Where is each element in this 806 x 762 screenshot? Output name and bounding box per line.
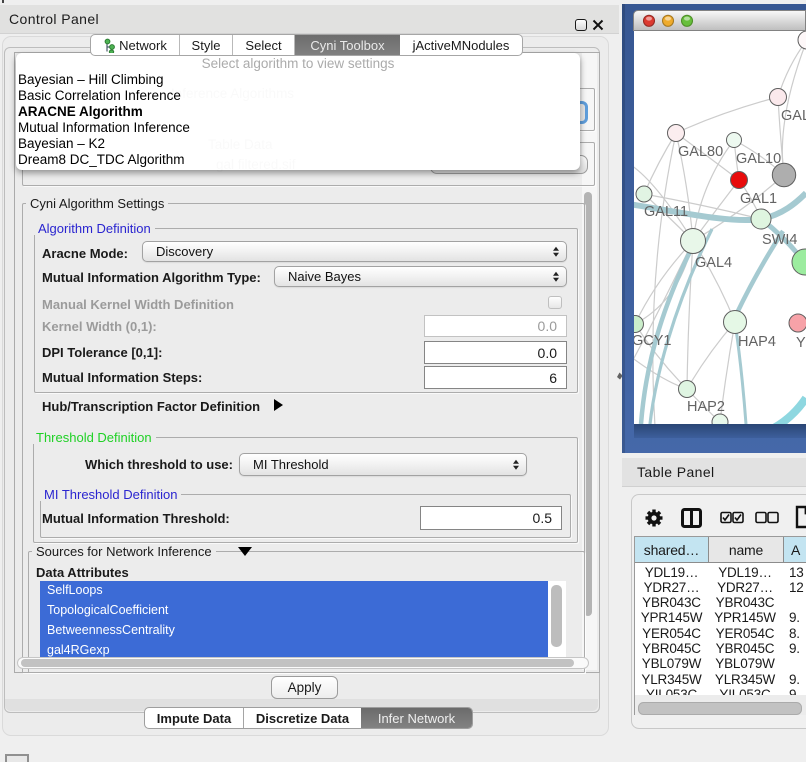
- svg-text:SWI4: SWI4: [762, 232, 797, 248]
- svg-text:HAP4: HAP4: [738, 334, 776, 350]
- svg-text:GAL: GAL: [781, 108, 806, 124]
- svg-text:GCY1: GCY1: [634, 333, 672, 349]
- svg-text:Y: Y: [796, 335, 806, 351]
- svg-text:GAL80: GAL80: [678, 144, 723, 160]
- svg-text:GAL10: GAL10: [736, 151, 781, 167]
- svg-text:GAL11: GAL11: [644, 204, 688, 220]
- svg-text:GAL4: GAL4: [695, 255, 732, 271]
- svg-text:HAP2: HAP2: [687, 399, 725, 415]
- svg-text:GAL1: GAL1: [740, 191, 777, 207]
